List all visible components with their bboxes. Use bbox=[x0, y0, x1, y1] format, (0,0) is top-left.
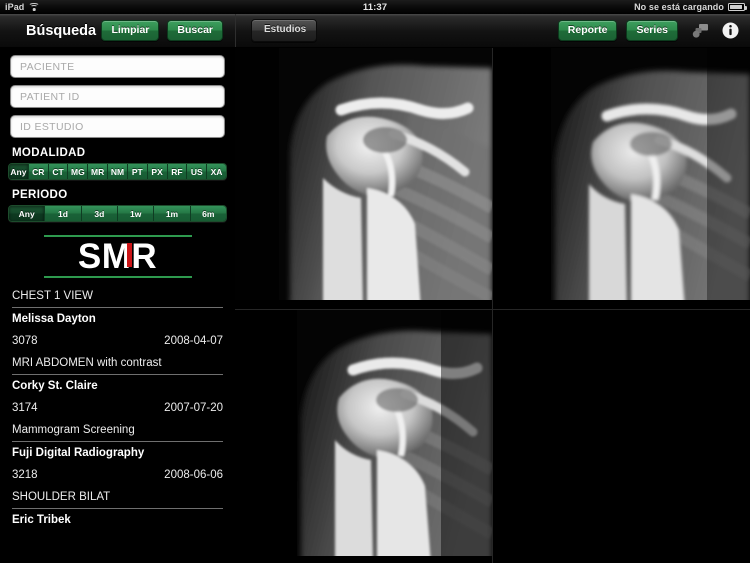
study-id-field[interactable]: ID ESTUDIO bbox=[10, 115, 225, 138]
toolbar-viewer-section: Estudios Reporte Series bbox=[235, 14, 750, 47]
report-button[interactable]: Reporte bbox=[557, 19, 618, 42]
period-option-any[interactable]: Any bbox=[9, 206, 46, 221]
study-description-row: SHOULDER BILAT bbox=[12, 486, 223, 508]
image-pane-1[interactable] bbox=[235, 48, 492, 309]
status-bar-time: 11:37 bbox=[362, 1, 388, 13]
image-pane-3[interactable] bbox=[235, 310, 492, 563]
image-pane-4[interactable] bbox=[493, 310, 750, 563]
study-patient-row: Eric Tribek bbox=[12, 509, 223, 531]
modality-option-mr[interactable]: MR bbox=[88, 164, 109, 179]
patient-name-placeholder: PACIENTE bbox=[20, 60, 75, 73]
study-meta-row: 3218 2008-06-06 bbox=[12, 464, 223, 486]
period-label: PERIODO bbox=[12, 189, 68, 201]
list-item[interactable]: CHEST 1 VIEW bbox=[0, 285, 235, 307]
logo-rule-bottom bbox=[43, 276, 192, 278]
series-button[interactable]: Series bbox=[626, 19, 678, 42]
patient-name: Fuji Digital Radiography bbox=[12, 446, 145, 459]
patient-id-field[interactable]: PATIENT ID bbox=[10, 85, 225, 108]
layout-icon[interactable] bbox=[691, 22, 711, 40]
study-id: 3078 bbox=[12, 334, 38, 347]
patient-id-placeholder: PATIENT ID bbox=[20, 90, 80, 103]
study-description-row: Mammogram Screening bbox=[12, 419, 223, 441]
modality-option-xa[interactable]: XA bbox=[207, 164, 226, 179]
period-segmented-control[interactable]: Any 1d 3d 1w 1m 6m bbox=[8, 205, 227, 222]
patient-name: Melissa Dayton bbox=[12, 312, 96, 325]
image-viewport bbox=[235, 48, 750, 563]
study-patient-row: Melissa Dayton bbox=[12, 308, 223, 330]
list-item[interactable]: Melissa Dayton 3078 2008-04-07 MRI ABDOM… bbox=[0, 308, 235, 374]
search-sidebar: PACIENTE PATIENT ID ID ESTUDIO MODALIDAD… bbox=[0, 48, 235, 563]
study-meta-row: 3174 2007-07-20 bbox=[12, 397, 223, 419]
list-item[interactable]: Corky St. Claire 3174 2007-07-20 Mammogr… bbox=[0, 375, 235, 441]
status-bar: iPad 11:37 No se está cargando bbox=[0, 0, 750, 14]
period-option-3d[interactable]: 3d bbox=[81, 206, 118, 221]
study-id-placeholder: ID ESTUDIO bbox=[20, 120, 84, 133]
app-logo: SMR bbox=[0, 235, 235, 278]
study-description: Mammogram Screening bbox=[12, 423, 135, 436]
modality-option-mg[interactable]: MG bbox=[68, 164, 89, 179]
study-date: 2008-06-06 bbox=[164, 468, 223, 481]
back-to-studies-button[interactable]: Estudios bbox=[251, 19, 318, 42]
study-id: 3218 bbox=[12, 468, 38, 481]
modality-option-cr[interactable]: CR bbox=[28, 164, 49, 179]
modality-option-rf[interactable]: RF bbox=[167, 164, 188, 179]
study-patient-row: Fuji Digital Radiography bbox=[12, 442, 223, 464]
patient-name-field[interactable]: PACIENTE bbox=[10, 55, 225, 78]
study-description: MRI ABDOMEN with contrast bbox=[12, 356, 162, 369]
info-icon[interactable] bbox=[722, 22, 739, 39]
period-option-1w[interactable]: 1w bbox=[117, 206, 155, 221]
logo-text: SMR bbox=[77, 236, 158, 276]
study-description: CHEST 1 VIEW bbox=[12, 289, 93, 302]
image-pane-2[interactable] bbox=[493, 48, 750, 309]
period-option-1m[interactable]: 1m bbox=[154, 206, 191, 221]
logo-accent-mark bbox=[126, 243, 132, 268]
modality-option-us[interactable]: US bbox=[187, 164, 208, 179]
toolbar: Búsqueda Limpiar Buscar Estudios Reporte… bbox=[0, 14, 750, 48]
study-date: 2007-07-20 bbox=[164, 401, 223, 414]
study-description: SHOULDER BILAT bbox=[12, 490, 111, 503]
study-list[interactable]: CHEST 1 VIEW Melissa Dayton 3078 2008-04… bbox=[0, 285, 235, 531]
toolbar-search-section: Búsqueda Limpiar Buscar bbox=[0, 14, 235, 47]
study-patient-row: Corky St. Claire bbox=[12, 375, 223, 397]
modality-option-px[interactable]: PX bbox=[147, 164, 168, 179]
study-description-row: CHEST 1 VIEW bbox=[12, 285, 223, 307]
modality-option-nm[interactable]: NM bbox=[108, 164, 128, 179]
list-item[interactable]: Eric Tribek bbox=[0, 509, 235, 531]
modality-label: MODALIDAD bbox=[12, 147, 86, 159]
period-option-6m[interactable]: 6m bbox=[190, 206, 226, 221]
modality-option-any[interactable]: Any bbox=[9, 164, 29, 179]
modality-segmented-control[interactable]: Any CR CT MG MR NM PT PX RF US XA bbox=[8, 163, 227, 180]
study-meta-row: 3078 2008-04-07 bbox=[12, 330, 223, 352]
study-description-row: MRI ABDOMEN with contrast bbox=[12, 352, 223, 374]
page-title: Búsqueda bbox=[26, 22, 97, 39]
modality-option-pt[interactable]: PT bbox=[127, 164, 148, 179]
study-date: 2008-04-07 bbox=[164, 334, 223, 347]
clear-button[interactable]: Limpiar bbox=[101, 19, 160, 42]
patient-name: Eric Tribek bbox=[12, 513, 71, 526]
search-button[interactable]: Buscar bbox=[167, 19, 223, 42]
modality-option-ct[interactable]: CT bbox=[48, 164, 69, 179]
period-option-1d[interactable]: 1d bbox=[45, 206, 82, 221]
list-item[interactable]: Fuji Digital Radiography 3218 2008-06-06… bbox=[0, 442, 235, 508]
battery-icon bbox=[728, 3, 747, 11]
patient-name: Corky St. Claire bbox=[12, 379, 98, 392]
study-id: 3174 bbox=[12, 401, 38, 414]
